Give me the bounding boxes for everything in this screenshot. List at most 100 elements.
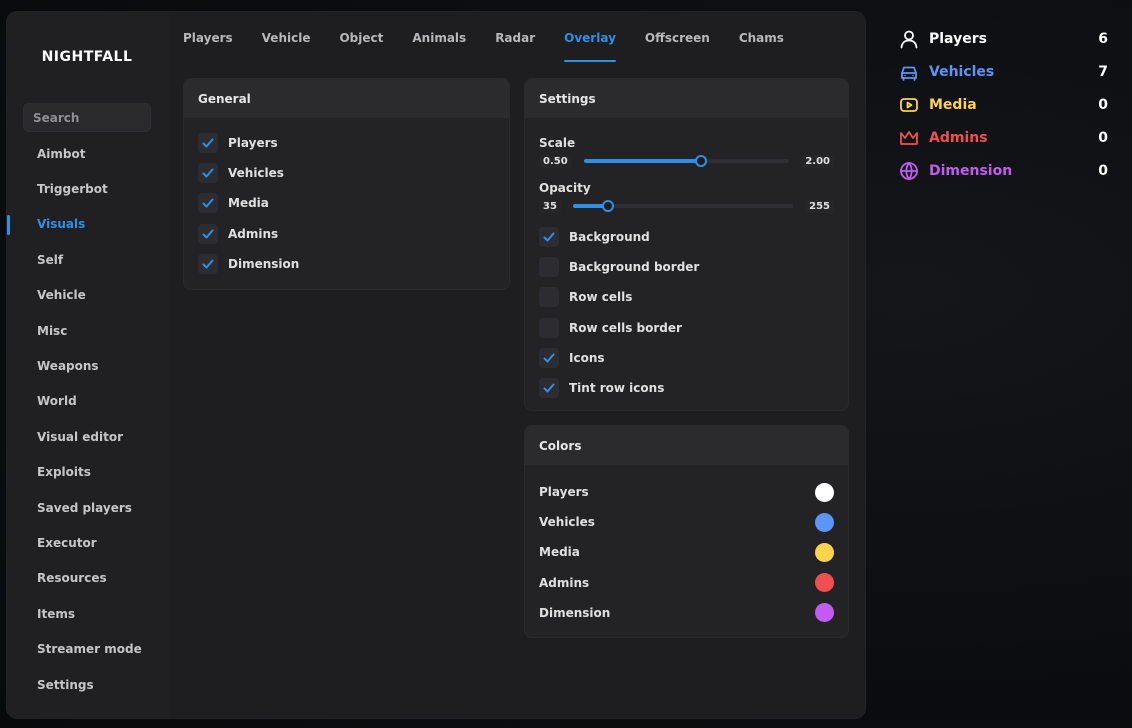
tab-players[interactable]: Players [183,12,233,62]
sidebar-item-items[interactable]: Items [7,596,167,631]
option-vehicles[interactable]: Vehicles [184,158,509,188]
colors-list: Players Vehicles Media Admins Dimension [525,465,848,628]
overlay-label: Vehicles [929,63,995,80]
search-input[interactable]: Search [23,103,151,132]
tab-radar[interactable]: Radar [495,12,535,62]
sidebar-item-weapons[interactable]: Weapons [7,348,167,383]
sidebar-item-triggerbot[interactable]: Triggerbot [7,171,167,206]
option-label: Tint row icons [569,381,665,396]
tab-chams[interactable]: Chams [739,12,784,62]
overlay-count: 0 [1098,162,1108,179]
sidebar-item-settings[interactable]: Settings [7,667,167,702]
sidebar-item-label: Settings [37,677,94,692]
sidebar-item-label: Exploits [37,465,91,480]
sidebar-item-saved-players[interactable]: Saved players [7,490,167,525]
checkbox-media[interactable] [198,193,218,214]
sidebar-item-label: Weapons [37,359,99,374]
sidebar-item-vehicle[interactable]: Vehicle [7,278,167,313]
option-row-cells-border[interactable]: Row cells border [525,313,848,343]
option-media[interactable]: Media [184,188,509,218]
settings-options: Background Background border Row cells Row … [525,215,848,403]
scale-slider[interactable] [583,155,790,167]
checkbox-tint-row-icons[interactable] [539,378,559,399]
opacity-slider[interactable] [572,200,794,212]
tab-animals[interactable]: Animals [412,12,466,62]
play-icon [898,94,920,116]
tab-offscreen[interactable]: Offscreen [645,12,710,62]
option-background-border[interactable]: Background border [525,252,848,282]
overlay-count: 7 [1098,63,1108,80]
option-tint-row-icons[interactable]: Tint row icons [525,373,848,403]
option-background[interactable]: Background [525,222,848,252]
colors-panel: Colors Players Vehicles Media Admins Dimensi… [524,425,849,638]
overlay-row-admins: Admins 0 [898,121,1108,154]
checkmark-icon [202,259,214,269]
option-label: Vehicles [228,166,284,181]
sidebar-item-executor[interactable]: Executor [7,525,167,560]
color-swatch-vehicles[interactable] [815,512,834,532]
color-swatch-media[interactable] [815,542,834,562]
option-label: Dimension [228,256,300,271]
option-label: Admins [228,226,279,241]
colors-panel-title: Colors [525,426,848,465]
settings-body: Scale 0.50 2.00 Opacity 35 255 Backgroun… [525,118,848,403]
sidebar-item-resources[interactable]: Resources [7,561,167,596]
sidebar-item-label: Misc [37,323,68,338]
option-row-cells[interactable]: Row cells [525,282,848,312]
scale-slider-handle[interactable] [694,155,707,167]
checkbox-background[interactable] [539,227,559,248]
opacity-min: 35 [539,199,561,213]
sidebar-item-label: Resources [37,571,107,586]
general-panel-title: General [184,79,509,118]
color-swatch-dimension[interactable] [815,603,834,623]
sidebar-item-label: Executor [37,535,97,550]
sidebar-item-visuals[interactable]: Visuals [7,207,167,242]
tab-bar: Players Vehicle Object Animals Radar Overlay O… [169,12,865,64]
sidebar-item-aimbot[interactable]: Aimbot [7,136,167,171]
checkbox-row-cells-border[interactable] [539,317,559,338]
sidebar-item-world[interactable]: World [7,384,167,419]
sidebar-item-visual-editor[interactable]: Visual editor [7,419,167,454]
checkbox-vehicles[interactable] [198,163,218,184]
color-swatch-admins[interactable] [815,573,834,593]
option-label: Icons [569,350,605,365]
tab-overlay[interactable]: Overlay [564,12,616,62]
option-admins[interactable]: Admins [184,219,509,249]
sidebar-item-label: Saved players [37,500,132,515]
color-swatch-players[interactable] [815,482,834,502]
settings-panel: Settings Scale 0.50 2.00 Opacity 35 255 … [524,78,849,411]
color-row-admins: Admins [525,568,848,598]
scale-label: Scale [539,136,576,150]
opacity-max: 255 [805,199,834,213]
tab-vehicle[interactable]: Vehicle [262,12,311,62]
tab-object[interactable]: Object [339,12,383,62]
overlay-row-vehicles: Vehicles 7 [898,55,1108,88]
sidebar-item-self[interactable]: Self [7,242,167,277]
checkbox-row-cells[interactable] [539,287,559,308]
overlay-label: Players [929,30,987,47]
checkbox-dimension[interactable] [198,253,218,274]
color-row-players: Players [525,477,848,507]
scale-max: 2.00 [801,154,834,168]
sidebar-item-streamer-mode[interactable]: Streamer mode [7,631,167,666]
checkmark-icon [202,198,214,208]
opacity-slider-handle[interactable] [602,200,615,212]
sidebar-item-label: World [37,394,77,409]
sidebar-item-misc[interactable]: Misc [7,313,167,348]
option-players[interactable]: Players [184,128,509,158]
overlay-count: 0 [1098,96,1108,113]
globe-icon [898,160,920,182]
color-row-dimension: Dimension [525,598,848,628]
overlay-row-players: Players 6 [898,22,1108,55]
opacity-slider-row: 35 255 [525,197,848,215]
overlay-row-media: Media 0 [898,88,1108,121]
option-dimension[interactable]: Dimension [184,249,509,279]
option-icons[interactable]: Icons [525,343,848,373]
sidebar-item-exploits[interactable]: Exploits [7,455,167,490]
checkbox-admins[interactable] [198,223,218,244]
checkbox-icons[interactable] [539,347,559,368]
option-label: Media [228,196,269,211]
checkmark-icon [202,229,214,239]
checkbox-players[interactable] [198,133,218,154]
checkbox-background-border[interactable] [539,257,559,278]
